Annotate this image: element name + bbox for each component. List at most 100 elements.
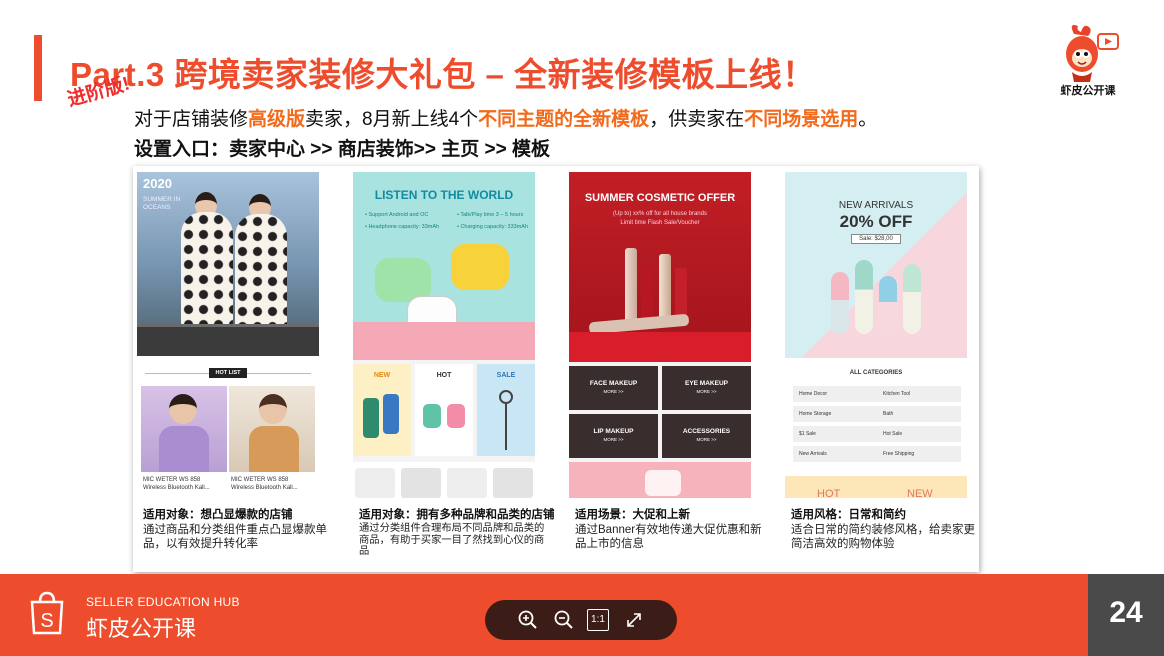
template-preview-1: 2020 SUMMER IN OCEANS HOT LIST MIC WETER… [137,172,319,498]
product-caption: MIC WETER WS 858 Wireless Bluetooth Kall… [231,477,298,491]
intro-highlight: 高级版 [248,109,306,130]
category-row[interactable]: Free Shipping [877,446,961,462]
template-caption-desc: 通过商品和分类组件重点凸显爆款单品，以有效提升转化率 [143,524,327,550]
category-row[interactable]: Hot Sale [877,426,961,442]
banner-title: LISTEN TO THE WORLD [374,188,514,202]
template-caption-title: 适用风格：日常和简约 [791,509,906,521]
product-thumb[interactable] [493,468,533,498]
more-link: MORE >> [696,389,717,394]
category-row[interactable]: Home Storage [793,406,877,422]
intro-highlight: 不同主题的全新模板 [478,109,650,130]
template-card-4: NEW ARRIVALS 20% OFF Sale: $28,00 ALL CA… [781,166,981,572]
intro-highlight: 不同场景选用 [744,109,859,130]
lipstick [625,248,637,326]
category-eye-makeup[interactable]: EYE MAKEUP MORE >> [662,366,751,410]
category-row[interactable]: Kitchen Tool [877,386,961,402]
banner-image: SUMMER COSMETIC OFFER (Up to) xx% off fo… [569,172,751,362]
hot-list-header: HOT LIST [137,366,319,380]
spec-text: • Charging capacity: 333mAh [457,224,529,230]
product-thumb[interactable] [447,468,487,498]
banner-image: NEW ARRIVALS 20% OFF Sale: $28,00 [785,172,967,358]
template-caption-title: 适用场景：大促和上新 [575,509,690,521]
spec-text: • Headphone capacity: 33mAh [365,224,440,230]
banner-subtitle: Limit time Flash Sale/Voucher [620,220,700,226]
category-row[interactable]: $1 Sale [793,426,877,442]
banner-price: Sale: $28,00 [851,234,901,244]
template-caption-title: 适用对象：拥有多种品牌和品类的店铺 [359,509,555,521]
banner-subtitle: (Up to) xx% off for all house brands [613,211,707,217]
shopee-bag-icon: S [30,591,64,635]
new-label: NEW [907,488,933,498]
template-preview-3: SUMMER COSMETIC OFFER (Up to) xx% off fo… [569,172,751,498]
category-lip-makeup[interactable]: LIP MAKEUP MORE >> [569,414,658,458]
pink-banner [569,462,751,498]
fullscreen-icon[interactable] [623,609,645,631]
bottle [831,272,849,334]
category-label: LIP MAKEUP [593,428,634,435]
more-link: MORE >> [603,437,624,442]
hot-new-strip: HOT NEW [785,476,967,498]
category-row[interactable]: Bath [877,406,961,422]
red-stage [569,332,751,362]
banner-title: SUMMER COSMETIC OFFER [584,192,736,204]
category-accessories[interactable]: ACCESSORIES MORE >> [662,414,751,458]
tile-hot[interactable]: HOT [415,364,473,456]
bottle [879,276,897,334]
more-link: MORE >> [603,389,624,394]
template-preview-2: LISTEN TO THE WORLD • Support Android an… [353,172,535,498]
logo-label: 虾皮公开课 [1060,85,1116,97]
category-label: EYE MAKEUP [685,380,728,387]
earbud-case [451,244,509,290]
banner-image: 2020 SUMMER IN OCEANS [137,172,319,356]
zoom-in-icon[interactable] [517,609,539,631]
viewer-toolbar: 1:1 [485,600,677,640]
template-card-1: 2020 SUMMER IN OCEANS HOT LIST MIC WETER… [133,166,333,572]
product-thumb[interactable] [355,468,395,498]
product-caption: MIC WETER WS 858 Wireless Bluetooth Kall… [143,477,210,491]
product-image[interactable] [141,386,227,472]
spec-text: • Talk/Play time 3 – 5 hours [457,212,524,218]
templates-panel: 2020 SUMMER IN OCEANS HOT LIST MIC WETER… [133,166,979,572]
page-number: 24 [1109,596,1143,629]
category-row[interactable]: Home Decor [793,386,877,402]
category-label: FACE MAKEUP [589,380,638,387]
polka-dress [235,214,287,332]
template-caption-title: 适用对象：想凸显爆款的店铺 [143,509,293,521]
setting-entry-path: 设置入口：卖家中心 >> 商店装饰>> 主页 >> 模板 [134,139,550,160]
intro-text: 对于店铺装修高级版卖家，8月新上线4个不同主题的全新模板，供卖家在不同场景选用。 [134,104,877,131]
all-categories-title: ALL CATEGORIES [849,370,903,376]
pink-stand [353,322,535,360]
template-card-3: SUMMER COSMETIC OFFER (Up to) xx% off fo… [565,166,765,572]
banner-year: 2020 [143,176,172,191]
product-thumb[interactable] [401,468,441,498]
bottle [855,260,873,334]
category-row[interactable]: New Arrivals [793,446,877,462]
intro-part: 对于店铺装修 [134,109,249,130]
category-tiles: NEW HOT SALE [353,364,535,456]
template-caption-desc: 适合日常的简约装修风格，给卖家更简洁高效的购物体验 [791,524,975,550]
intro-part: 。 [858,109,878,130]
product-image[interactable] [229,386,315,472]
tile-label: NEW [373,372,391,379]
tile-new[interactable]: NEW [353,364,411,456]
spec-text: • Support Android and OC [365,212,429,218]
rocks [137,324,319,356]
hot-label: HOT [817,488,841,498]
hot-list-label: HOT LIST [209,368,247,378]
template-caption-desc: 通过分类组件合理布局不同品牌和品类的商品，有助于买家一目了然找到心仪的商品 [359,523,545,557]
category-label: ACCESSORIES [682,428,731,435]
template-card-2: LISTEN TO THE WORLD • Support Android an… [349,166,555,572]
product-row [353,462,535,498]
hub-chinese-name: 虾皮公开课 [86,616,197,641]
shrimp-mascot-logo [1066,25,1119,82]
polka-dress [181,212,233,330]
zoom-out-icon[interactable] [553,609,575,631]
tile-label: HOT [436,372,452,379]
category-face-makeup[interactable]: FACE MAKEUP MORE >> [569,366,658,410]
tile-label: SALE [496,372,516,379]
bottle [903,264,921,334]
banner-discount: 20% OFF [839,212,913,231]
template-caption-desc: 通过Banner有效地传递大促优惠和新品上市的信息 [575,524,762,550]
tile-sale[interactable]: SALE [477,364,535,456]
actual-size-button[interactable]: 1:1 [587,609,609,631]
